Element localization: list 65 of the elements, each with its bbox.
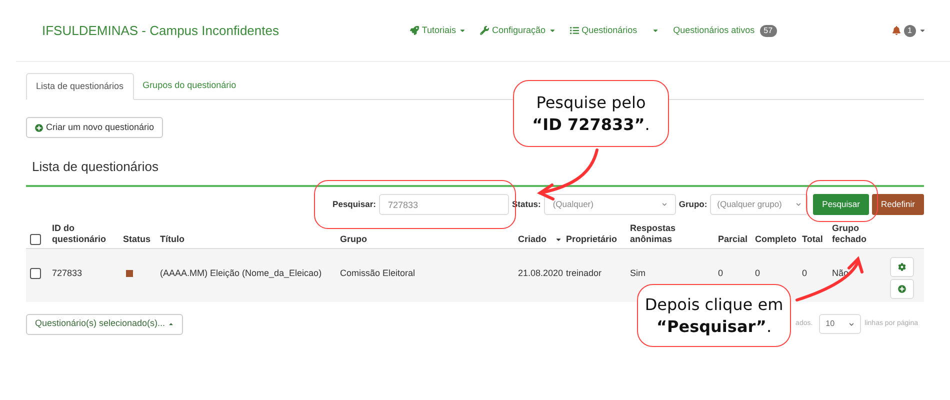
column-header[interactable]: Proprietário <box>566 234 618 244</box>
caret-icon <box>459 27 466 34</box>
curved-arrow <box>536 148 598 200</box>
select-all-checkbox[interactable] <box>30 234 41 244</box>
create-questionnaire-button[interactable]: Criar um novo questionário <box>26 117 164 138</box>
plus-icon <box>898 284 906 292</box>
section-heading: Lista de questionários <box>32 158 158 176</box>
plus-icon <box>35 124 43 132</box>
notification-badge: 1 <box>904 24 916 36</box>
status-select[interactable]: (Qualquer) <box>544 194 676 215</box>
table-cell-text: 0 <box>755 266 762 280</box>
add-button[interactable] <box>890 278 914 298</box>
column-header[interactable]: Respostas anônimas <box>630 222 692 244</box>
tab[interactable]: Grupos do questionário <box>134 72 246 99</box>
search-button[interactable]: Pesquisar <box>813 194 869 215</box>
row-checkbox[interactable] <box>30 268 41 279</box>
table-cell-text: 21.08.2020 <box>518 266 564 280</box>
column-header[interactable]: Criado <box>518 234 547 244</box>
table-cell-text: 0 <box>802 266 808 280</box>
group-label: Grupo: <box>678 198 708 211</box>
nav-link[interactable]: Questionários <box>570 24 660 38</box>
chevron-down-icon <box>796 202 802 207</box>
group-select[interactable]: (Qualquer grupo) <box>710 194 808 215</box>
table-cell-text: (AAAA.MM) Eleição (Nome_da_Eleicao) <box>160 266 323 280</box>
caret-icon[interactable] <box>919 27 926 34</box>
table-cell-text: 727833 <box>52 266 84 280</box>
column-header[interactable]: Grupo fechado <box>832 222 886 244</box>
bulk-actions-button[interactable]: Questionário(s) selecionado(s)... <box>26 314 184 334</box>
nav-icon <box>570 26 579 35</box>
table-cell-text: Comissão Eleitoral <box>340 266 416 280</box>
column-header[interactable]: Completo <box>755 234 796 244</box>
nav-icon <box>480 26 490 35</box>
site-title[interactable]: IFSULDEMINAS - Campus Inconfidentes <box>42 20 279 40</box>
caret-icon <box>168 321 174 327</box>
search-label: Pesquisar: <box>332 198 376 211</box>
table-cell-text: treinador <box>566 266 603 280</box>
callout-box: Pesquise pelo “ID 727833”. <box>513 80 669 147</box>
column-header[interactable]: ID do questionário <box>52 222 119 244</box>
table-cell-text: 0 <box>718 266 724 280</box>
reset-button[interactable]: Redefinir <box>872 194 924 215</box>
highlight-outline <box>806 180 878 222</box>
nav-link[interactable]: Tutoriais <box>410 24 466 38</box>
per-page-select[interactable]: 10 <box>818 314 861 334</box>
callout-box: Depois clique em “Pesquisar”. <box>637 284 791 347</box>
column-header[interactable]: Grupo <box>340 234 367 244</box>
chevron-down-icon <box>662 202 667 207</box>
tab[interactable]: Lista de questionários <box>26 73 134 100</box>
column-header[interactable]: Título <box>160 234 184 244</box>
nav-link[interactable]: Configuração <box>480 24 556 38</box>
sort-caret-icon <box>555 236 562 242</box>
bell-icon[interactable] <box>892 26 901 35</box>
nav-link[interactable]: Questionários ativos 57 <box>673 24 777 38</box>
column-header[interactable]: Total <box>802 234 823 244</box>
caret-icon <box>548 27 556 34</box>
settings-icon <box>898 262 906 270</box>
column-header[interactable]: Parcial <box>718 234 748 244</box>
nav-icon <box>410 26 419 35</box>
caret-icon <box>652 27 660 34</box>
search-field[interactable]: 727833 <box>379 194 510 215</box>
chevron-down-icon <box>848 322 854 326</box>
curved-arrow <box>796 256 864 302</box>
column-header[interactable]: Status <box>123 234 151 244</box>
count-badge: 57 <box>760 24 777 36</box>
settings-button[interactable] <box>890 256 914 276</box>
table-cell-text: Sim <box>630 266 646 280</box>
